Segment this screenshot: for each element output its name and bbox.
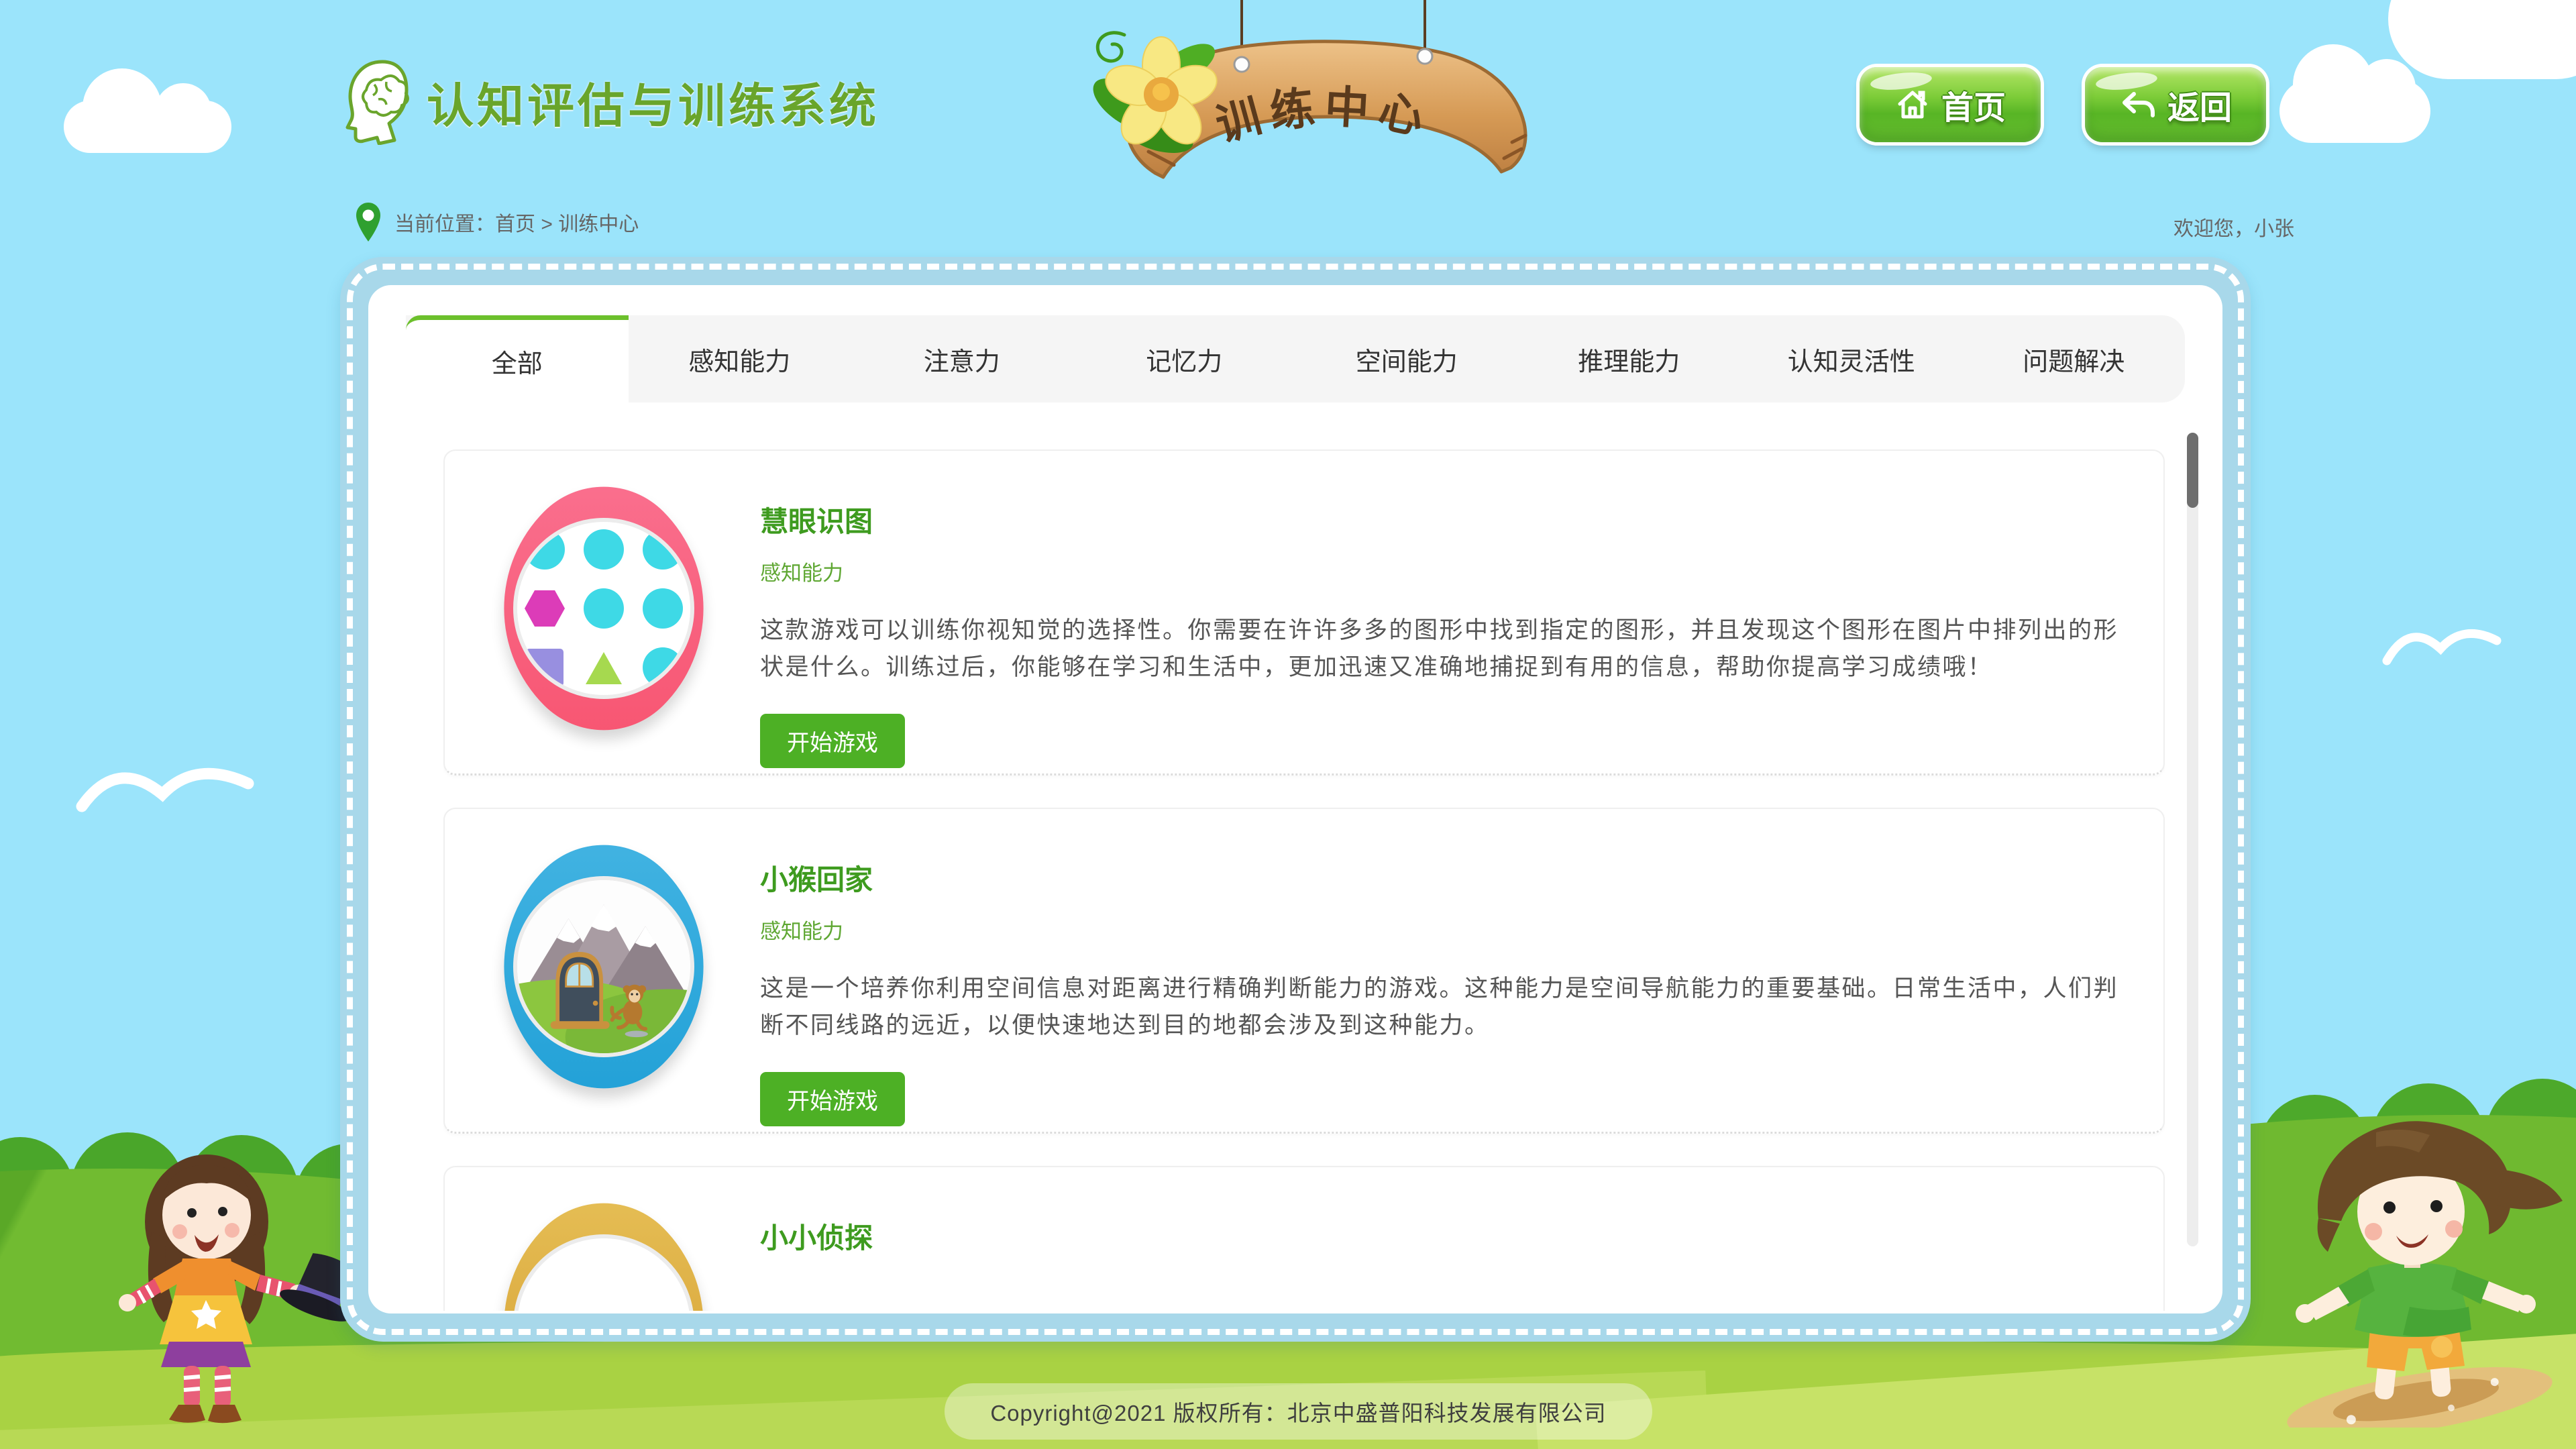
app-title: 认知评估与训练系统 [427, 68, 879, 136]
back-button-label: 返回 [2167, 81, 2232, 128]
circle-shape [584, 588, 624, 629]
cloud [2279, 79, 2430, 143]
training-center-page: 认知评估与训练系统 训练中心 [0, 0, 2576, 1449]
seagull-icon [2381, 614, 2502, 674]
flower-icon [1084, 23, 1232, 164]
square-shape [526, 649, 564, 686]
game-icon-column [472, 856, 760, 1077]
scrollbar-track[interactable] [2187, 433, 2198, 1246]
back-button[interactable]: 返回 [2085, 67, 2266, 142]
home-icon [1894, 87, 1931, 122]
game-title: 小小侦探 [760, 1216, 2129, 1256]
shapes-grid [525, 529, 683, 688]
location-pin-icon [356, 202, 381, 242]
game-icon-column [472, 1214, 760, 1311]
home-button[interactable]: 首页 [1860, 67, 2041, 142]
boy-character [2275, 1106, 2576, 1428]
tab-spatial[interactable]: 空间能力 [1295, 315, 1518, 402]
game-list: 慧眼识图 感知能力 这款游戏可以训练你视知觉的选择性。你需要在许许多多的图形中找… [443, 449, 2165, 1311]
circle-shape [643, 647, 683, 688]
start-game-button[interactable]: 开始游戏 [760, 1072, 905, 1126]
game-info: 小猴回家 感知能力 这是一个培养你利用空间信息对距离进行精确判断能力的游戏。这种… [760, 856, 2129, 1126]
category-tabbar: 全部 感知能力 注意力 记忆力 空间能力 推理能力 认知灵活性 问题解决 [406, 315, 2185, 402]
seagull-icon [75, 753, 256, 820]
girl-character [99, 1131, 381, 1426]
breadcrumb[interactable]: 当前位置：首页 > 训练中心 [356, 200, 639, 244]
brain-head-icon [343, 59, 411, 145]
triangle-shape [586, 651, 622, 684]
copyright-footer: Copyright@2021 版权所有：北京中盛普阳科技发展有限公司 [945, 1383, 1652, 1440]
back-arrow-icon [2119, 89, 2157, 121]
game-category: 感知能力 [760, 914, 2129, 945]
game-title: 慧眼识图 [760, 499, 2129, 540]
hexagon-shape [525, 588, 565, 629]
icon-inner-circle [513, 1234, 694, 1311]
game-card: 小小侦探 [443, 1166, 2165, 1311]
game-icon-column [472, 498, 760, 719]
cloud [64, 101, 231, 153]
scrollbar-thumb[interactable] [2187, 433, 2198, 508]
game-info: 慧眼识图 感知能力 这款游戏可以训练你视知觉的选择性。你需要在许许多多的图形中找… [760, 498, 2129, 768]
home-button-label: 首页 [1941, 81, 2006, 128]
icon-inner-circle [513, 518, 694, 699]
shapes-grid-icon [447, 452, 761, 765]
circle-shape [643, 529, 683, 570]
game-description: 这款游戏可以训练你视知觉的选择性。你需要在许许多多的图形中找到指定的图形，并且发… [760, 612, 2129, 686]
monkey-home-icon [447, 810, 761, 1124]
game-info: 小小侦探 [760, 1214, 2129, 1273]
monkey-home-scene [517, 876, 690, 1057]
game-description: 这是一个培养你利用空间信息对距离进行精确判断能力的游戏。这种能力是空间导航能力的… [760, 970, 2129, 1044]
icon-inner-circle [513, 876, 694, 1057]
app-logo: 认知评估与训练系统 [343, 59, 879, 145]
welcome-message: 欢迎您，小张 [2026, 212, 2294, 241]
game-card: 小猴回家 感知能力 这是一个培养你利用空间信息对距离进行精确判断能力的游戏。这种… [443, 808, 2165, 1134]
tab-memory[interactable]: 记忆力 [1073, 315, 1296, 402]
breadcrumb-text: 当前位置：首页 > 训练中心 [394, 207, 639, 237]
game-category: 感知能力 [760, 556, 2129, 586]
panel-content: 全部 感知能力 注意力 记忆力 空间能力 推理能力 认知灵活性 问题解决 [368, 285, 2222, 1313]
main-panel: 全部 感知能力 注意力 记忆力 空间能力 推理能力 认知灵活性 问题解决 [340, 257, 2251, 1342]
circle-shape [584, 529, 624, 570]
cloud [2388, 0, 2576, 79]
tab-reasoning[interactable]: 推理能力 [1518, 315, 1741, 402]
tab-problem-solving[interactable]: 问题解决 [1963, 315, 2186, 402]
tab-attention[interactable]: 注意力 [851, 315, 1073, 402]
circle-shape [643, 588, 683, 629]
tab-flexibility[interactable]: 认知灵活性 [1740, 315, 1963, 402]
game-title: 小猴回家 [760, 857, 2129, 898]
detective-icon [447, 1169, 761, 1311]
game-card: 慧眼识图 感知能力 这款游戏可以训练你视知觉的选择性。你需要在许许多多的图形中找… [443, 449, 2165, 775]
start-game-button[interactable]: 开始游戏 [760, 714, 905, 768]
circle-shape [525, 529, 565, 570]
tab-perception[interactable]: 感知能力 [629, 315, 851, 402]
tab-all[interactable]: 全部 [406, 315, 629, 402]
